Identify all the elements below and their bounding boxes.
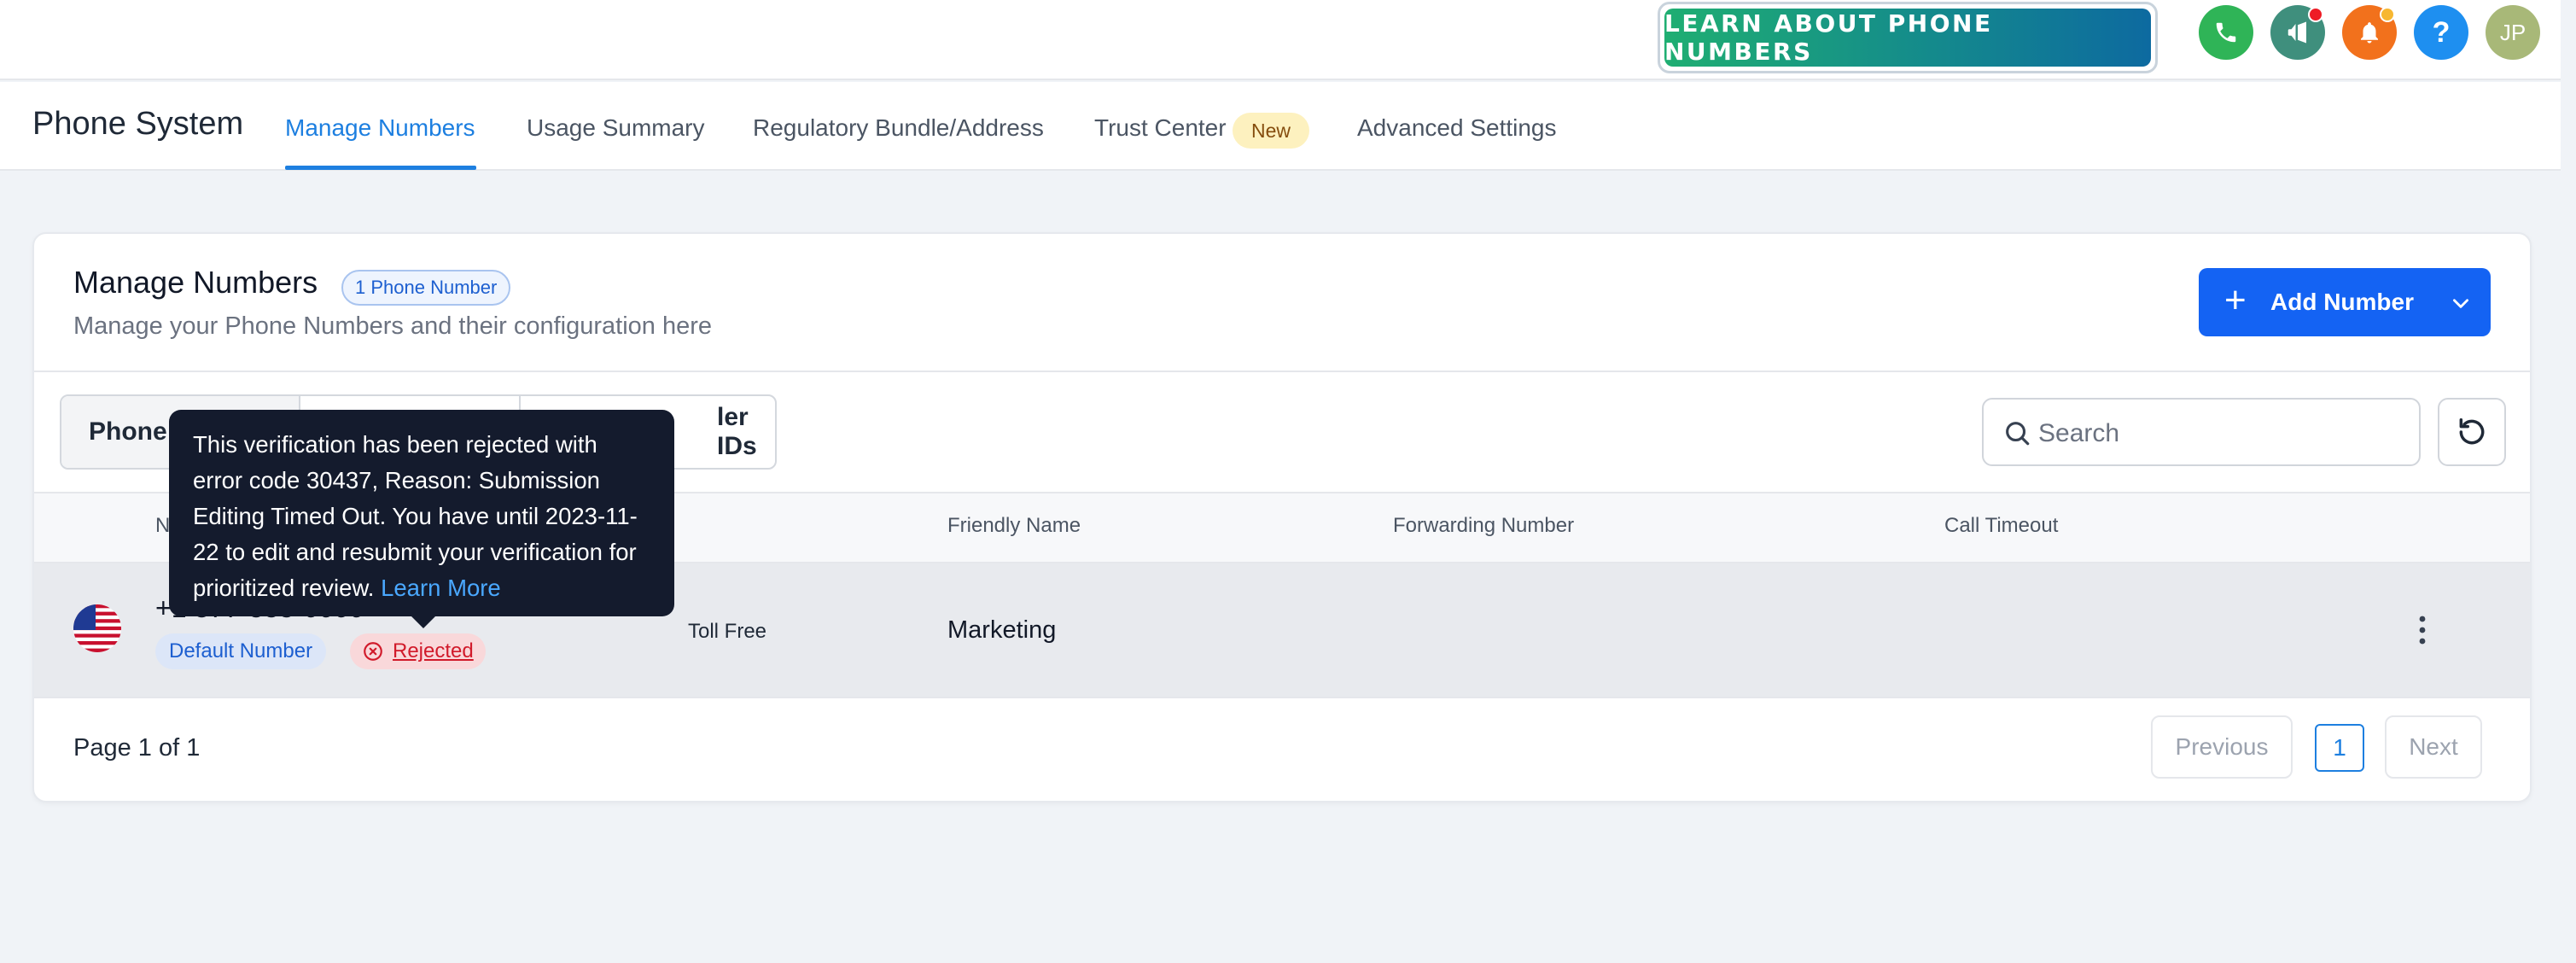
column-header-forwarding-number: Forwarding Number <box>1393 514 1575 537</box>
previous-button[interactable]: Previous <box>2151 715 2293 779</box>
column-header-friendly-name: Friendly Name <box>947 514 1081 537</box>
tab-manage-numbers[interactable]: Manage Numbers <box>285 114 475 142</box>
more-options-icon[interactable] <box>2412 611 2433 649</box>
tooltip-arrow <box>410 615 437 628</box>
new-badge: New <box>1233 113 1310 149</box>
search-box <box>1982 398 2421 466</box>
megaphone-icon[interactable] <box>2270 5 2325 60</box>
default-number-badge: Default Number <box>155 633 327 669</box>
refresh-icon <box>2459 418 2485 445</box>
help-icon[interactable]: ? <box>2414 5 2468 60</box>
rejected-status-badge[interactable]: Rejected <box>350 633 486 669</box>
learn-button-frame: LEARN ABOUT PHONE NUMBERS <box>1658 2 2158 73</box>
tab-trust-center[interactable]: Trust Center <box>1094 114 1227 142</box>
rejected-label: Rejected <box>393 639 474 662</box>
plus-icon: + <box>2224 279 2247 321</box>
avatar[interactable]: JP <box>2486 5 2540 60</box>
next-button[interactable]: Next <box>2385 715 2482 779</box>
notification-dot <box>2308 7 2323 22</box>
add-number-label: Add Number <box>2270 289 2414 315</box>
page-number-1[interactable]: 1 <box>2315 724 2364 772</box>
column-header-number: N <box>155 514 171 537</box>
add-number-button[interactable]: + Add Number <box>2199 268 2491 336</box>
tab-advanced-settings[interactable]: Advanced Settings <box>1357 114 1557 142</box>
chevron-down-icon[interactable] <box>2450 292 2472 314</box>
number-type: Toll Free <box>688 620 767 643</box>
search-icon <box>2006 422 2030 446</box>
us-flag-icon <box>73 604 121 652</box>
card-title: Manage Numbers <box>73 265 318 300</box>
column-header-call-timeout: Call Timeout <box>1944 514 2059 537</box>
tab-usage-summary[interactable]: Usage Summary <box>527 114 705 142</box>
page-info: Page 1 of 1 <box>73 734 201 762</box>
tab-regulatory-bundle[interactable]: Regulatory Bundle/Address <box>753 114 1044 142</box>
rejection-tooltip: This verification has been rejected with… <box>169 410 674 616</box>
phone-icon[interactable] <box>2199 5 2253 60</box>
refresh-button[interactable] <box>2438 398 2506 466</box>
top-bar <box>0 0 2561 80</box>
app-title: Phone System <box>32 106 244 142</box>
friendly-name: Marketing <box>947 616 1057 644</box>
active-tab-indicator <box>285 166 476 170</box>
search-input[interactable] <box>2038 417 2397 451</box>
phone-count-badge: 1 Phone Number <box>341 270 511 306</box>
card-divider <box>34 371 2530 372</box>
learn-more-link[interactable]: Learn More <box>381 575 501 601</box>
x-circle-icon <box>364 642 382 661</box>
learn-about-phone-numbers-button[interactable]: LEARN ABOUT PHONE NUMBERS <box>1664 9 2151 67</box>
card-subtitle: Manage your Phone Numbers and their conf… <box>73 312 713 340</box>
bell-icon[interactable] <box>2342 5 2397 60</box>
notification-dot <box>2380 7 2395 22</box>
